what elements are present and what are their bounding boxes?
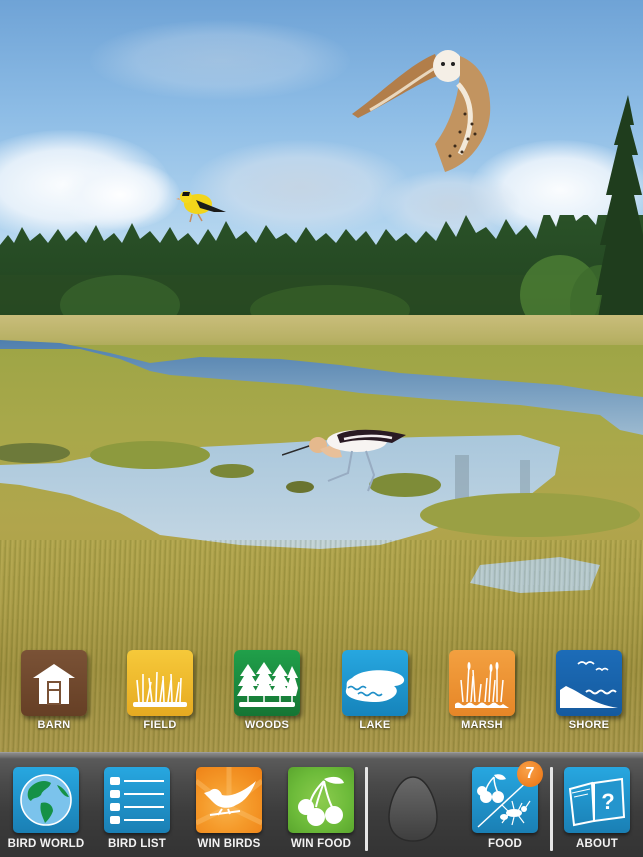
habitat-woods[interactable]: WOODS: [233, 650, 301, 731]
tool-label: WIN FOOD: [290, 838, 352, 850]
habitat-lake[interactable]: LAKE: [341, 650, 409, 731]
habitat-barn[interactable]: BARN: [20, 650, 88, 731]
barn-owl: [352, 50, 491, 172]
lake-tile: [342, 650, 408, 716]
habitat-label: LAKE: [359, 719, 391, 731]
tool-label: BIRD LIST: [107, 838, 167, 850]
win-birds-tile: [196, 767, 262, 833]
egg-slot[interactable]: [387, 775, 439, 843]
about-tile: ?: [564, 767, 630, 833]
habitat-scene: [0, 0, 643, 752]
toolbar-divider: [365, 767, 368, 851]
marsh-reeds-icon: [455, 662, 509, 708]
tool-label: FOOD: [487, 838, 523, 850]
bird-world-tile: [13, 767, 79, 833]
barn-icon: [33, 664, 75, 705]
woods-tile: [234, 650, 300, 716]
bottom-toolbar: BIRD WORLD BIRD LIST WIN BIRDS WIN FOOD …: [0, 752, 643, 857]
tall-spruce: [595, 95, 643, 335]
tool-label: WIN BIRDS: [197, 838, 261, 850]
field-tile: [127, 650, 193, 716]
habitat-marsh[interactable]: MARSH: [448, 650, 516, 731]
habitat-label: WOODS: [244, 719, 290, 731]
habitat-label: FIELD: [143, 719, 177, 731]
avocet: [282, 429, 406, 492]
habitat-shore[interactable]: SHORE: [555, 650, 623, 731]
svg-text:?: ?: [601, 789, 614, 814]
tool-label: BIRD WORLD: [7, 838, 85, 850]
habitat-label: BARN: [37, 719, 71, 731]
bird-list-button[interactable]: BIRD LIST: [97, 767, 177, 850]
food-button[interactable]: 7 FOOD: [465, 761, 545, 850]
habitat-label: SHORE: [568, 719, 610, 731]
list-icon: [110, 777, 164, 824]
cherries-icon: [298, 776, 344, 826]
toolbar-divider: [550, 767, 553, 851]
shore-icon: [560, 661, 618, 708]
barn-tile: [21, 650, 87, 716]
bird-icon: [196, 767, 262, 826]
bird-world-button[interactable]: BIRD WORLD: [6, 767, 86, 850]
about-button[interactable]: ? ABOUT: [557, 767, 637, 850]
book-question-icon: ?: [568, 777, 626, 827]
globe-icon: [20, 774, 72, 826]
tool-label: ABOUT: [576, 838, 618, 850]
foreground-grass: [0, 540, 643, 752]
goldfinch: [176, 191, 226, 223]
marsh-tile: [449, 650, 515, 716]
habitat-label: MARSH: [461, 719, 503, 731]
shore-tile: [556, 650, 622, 716]
lake-icon: [345, 670, 405, 702]
win-food-button[interactable]: WIN FOOD: [281, 767, 361, 850]
food-count-badge: 7: [517, 761, 543, 787]
win-food-tile: [288, 767, 354, 833]
cloud: [90, 20, 350, 100]
win-birds-button[interactable]: WIN BIRDS: [189, 767, 269, 850]
woods-trees-icon: [237, 662, 298, 707]
bird-list-tile: [104, 767, 170, 833]
field-grass-icon: [133, 671, 187, 707]
habitat-field[interactable]: FIELD: [126, 650, 194, 731]
